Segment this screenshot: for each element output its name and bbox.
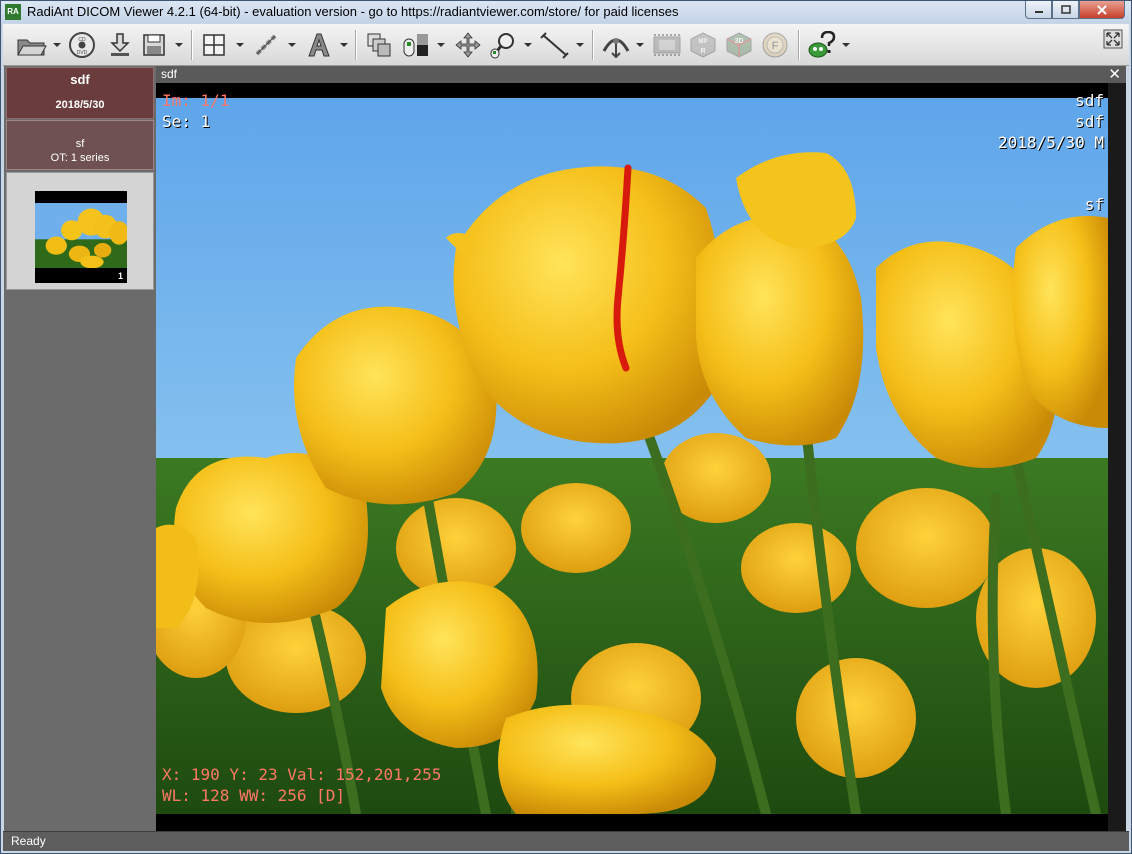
overlay-window-level: WL: 128 WW: 256 [D] — [162, 786, 346, 805]
mouse-window-level-icon — [403, 34, 428, 57]
annotation-button[interactable] — [303, 30, 335, 60]
study-date: 2018/5/30 — [55, 99, 105, 111]
window-title: RadiAnt DICOM Viewer 4.2.1 (64-bit) - ev… — [27, 4, 679, 19]
cine-button[interactable] — [651, 30, 683, 60]
viewer-tab-bar: sdf ✕ — [156, 66, 1126, 83]
series-thumbnail-card[interactable]: 1 — [6, 172, 154, 290]
measure-line-icon — [540, 32, 569, 59]
mpr-button[interactable]: MP R — [687, 30, 719, 60]
help-icon — [808, 31, 836, 58]
close-button[interactable] — [1079, 1, 1125, 19]
help-button[interactable] — [805, 30, 839, 60]
zoom-icon — [490, 33, 514, 59]
fusion-button[interactable]: F — [759, 30, 791, 60]
app-logo-icon: RA — [5, 4, 21, 20]
study-browser-panel: sdf 2018/5/30 sf OT: 1 series 1 — [4, 66, 156, 831]
overlay-pixel-value: X: 190 Y: 23 Val: 152,201,255 — [162, 765, 442, 784]
maximize-button[interactable] — [1052, 1, 1079, 19]
save-icon — [143, 34, 165, 56]
overlay-study-date: 2018/5/30 M — [998, 133, 1104, 152]
tulip-image — [156, 98, 1108, 814]
fullscreen-button[interactable] — [1101, 27, 1125, 51]
svg-text:DVD: DVD — [77, 50, 88, 56]
save-button[interactable] — [139, 30, 169, 60]
sync-link-icon — [255, 34, 277, 56]
study-item[interactable]: sdf 2018/5/30 — [6, 67, 154, 119]
toolbar-separator — [355, 30, 356, 60]
mpr-icon: MP R — [690, 32, 716, 58]
toolbar-separator — [798, 30, 799, 60]
cd-dvd-button[interactable]: CD DVD — [67, 30, 97, 60]
overlay-image-index: Im: 1/1 — [162, 91, 230, 110]
minimize-button[interactable] — [1025, 1, 1052, 19]
viewer-tab-title[interactable]: sdf — [161, 67, 177, 81]
series-item[interactable]: sf OT: 1 series — [6, 120, 154, 170]
study-name: sdf — [70, 72, 90, 87]
svg-text:F: F — [772, 40, 779, 52]
overlay-series-name: sf — [1084, 195, 1104, 214]
toolbar-separator — [592, 30, 593, 60]
toolbar-separator — [191, 30, 192, 60]
open-folder-icon — [17, 39, 47, 56]
status-text: Ready — [11, 834, 46, 848]
fusion-icon: F — [762, 32, 788, 58]
app-window: RA RadiAnt DICOM Viewer 4.2.1 (64-bit) -… — [0, 0, 1132, 854]
zoom-dropdown-arrow[interactable] — [524, 43, 532, 47]
main-toolbar: CD DVD MP R 3D F — [3, 24, 1129, 66]
svg-text:3D: 3D — [735, 38, 744, 45]
maximize-icon — [1060, 5, 1071, 14]
zoom-button[interactable] — [487, 30, 521, 60]
layout-grid-icon — [203, 34, 225, 56]
series-thumbnail[interactable]: 1 — [35, 191, 127, 283]
3d-volume-icon: 3D — [726, 32, 752, 58]
layout-dropdown-arrow[interactable] — [236, 43, 244, 47]
layout-button[interactable] — [199, 30, 229, 60]
overlay-patient-id: sdf — [1075, 112, 1104, 131]
stack-series-icon — [367, 33, 391, 57]
download-icon — [110, 33, 130, 56]
stack-button[interactable] — [363, 30, 395, 60]
fullscreen-icon — [1103, 29, 1123, 49]
svg-text:MP: MP — [699, 39, 708, 45]
thumbnail-image — [35, 203, 127, 268]
viewport-right-strip — [1108, 83, 1126, 831]
title-bar[interactable]: RA RadiAnt DICOM Viewer 4.2.1 (64-bit) -… — [1, 1, 1131, 23]
open-button[interactable] — [15, 30, 49, 60]
3d-cursor-button[interactable] — [599, 30, 633, 60]
cine-film-icon — [653, 34, 681, 56]
download-button[interactable] — [105, 30, 135, 60]
window-controls — [1025, 1, 1125, 19]
dicom-image[interactable] — [156, 98, 1108, 814]
close-icon — [1097, 4, 1107, 15]
close-viewer-icon[interactable]: ✕ — [1108, 65, 1121, 83]
overlay-patient-name: sdf — [1075, 91, 1104, 110]
annotation-text-icon — [308, 33, 330, 57]
svg-text:CD: CD — [78, 37, 86, 43]
3d-mpr-icon — [602, 38, 630, 59]
overlay-series-index: Se: 1 — [162, 112, 211, 131]
window-level-dropdown-arrow[interactable] — [437, 43, 445, 47]
cd-dvd-icon: CD DVD — [69, 32, 95, 58]
thumbnail-image-count: 1 — [117, 271, 123, 281]
annotation-dropdown-arrow[interactable] — [340, 43, 348, 47]
pan-icon — [455, 32, 481, 58]
status-bar: Ready — [3, 831, 1129, 851]
3d-volume-button[interactable]: 3D — [723, 30, 755, 60]
image-viewport[interactable]: Im: 1/1 Se: 1 sdf sdf 2018/5/30 M sf X: … — [156, 83, 1126, 831]
sync-button[interactable] — [251, 30, 281, 60]
help-dropdown-arrow[interactable] — [842, 43, 850, 47]
pan-button[interactable] — [453, 30, 483, 60]
measure-button[interactable] — [537, 30, 573, 60]
series-name: sf — [75, 138, 85, 150]
series-description: OT: 1 series — [50, 152, 110, 164]
minimize-icon — [1034, 10, 1043, 13]
measure-dropdown-arrow[interactable] — [576, 43, 584, 47]
open-dropdown-arrow[interactable] — [53, 43, 61, 47]
svg-text:R: R — [700, 48, 705, 55]
3d-cursor-dropdown-arrow[interactable] — [636, 43, 644, 47]
sync-dropdown-arrow[interactable] — [288, 43, 296, 47]
window-level-button[interactable] — [399, 30, 433, 60]
save-dropdown-arrow[interactable] — [175, 43, 183, 47]
